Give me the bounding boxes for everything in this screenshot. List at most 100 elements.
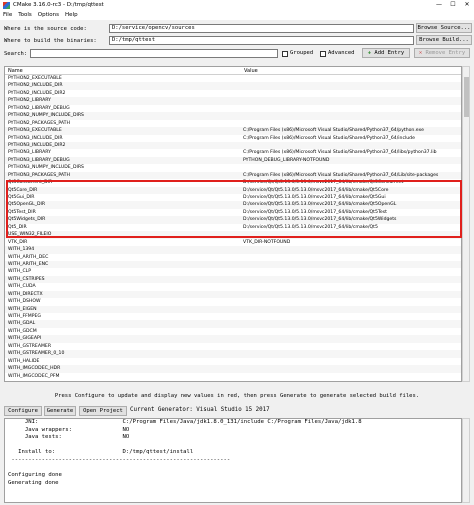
- table-row[interactable]: WITH_FFMPEG: [5, 313, 461, 320]
- table-row[interactable]: WITH_GIGEAPI: [5, 335, 461, 343]
- table-row[interactable]: WITH_GDCM: [5, 328, 461, 335]
- table-row[interactable]: WITH_EIGEN: [5, 305, 461, 313]
- table-row[interactable]: WITH_HALIDE: [5, 358, 461, 365]
- menu-options[interactable]: Options: [35, 12, 62, 18]
- browse-build-button[interactable]: Browse Build...: [416, 35, 472, 45]
- table-row[interactable]: PYTHON3_PACKAGES_PATH C:/Program Files (x…: [5, 171, 461, 180]
- row-value[interactable]: [241, 276, 461, 283]
- add-entry-button[interactable]: + Add Entry: [362, 48, 410, 58]
- table-row[interactable]: PYTHON3_EXECUTABLE C:/Program Files (x86)…: [5, 127, 461, 135]
- row-value[interactable]: [241, 82, 461, 89]
- row-value[interactable]: D:/service/Qt/Qt5.13.0/5.13.0/msvc2017_6…: [241, 179, 461, 186]
- table-row[interactable]: Qt5Test_DIR D:/service/Qt/Qt5.13.0/5.13.0…: [5, 209, 461, 216]
- row-value[interactable]: [241, 358, 461, 365]
- row-value[interactable]: C:/Program Files (x86)/Microsoft Visual …: [241, 172, 461, 179]
- row-value[interactable]: [241, 313, 461, 320]
- row-value[interactable]: PYTHON_DEBUG_LIBRARY-NOTFOUND: [241, 157, 461, 164]
- table-row[interactable]: WITH_IMGCODEC_HDR: [5, 365, 461, 373]
- row-value[interactable]: [241, 261, 461, 268]
- table-row[interactable]: WITH_1394: [5, 246, 461, 254]
- row-value[interactable]: [241, 343, 461, 350]
- table-scrollbar-thumb[interactable]: [464, 77, 469, 117]
- table-row[interactable]: WITH_GDAL: [5, 320, 461, 328]
- row-value[interactable]: [241, 283, 461, 290]
- build-path-input[interactable]: D:/tmp/qttest: [109, 36, 414, 45]
- open-project-button[interactable]: Open Project: [79, 406, 127, 416]
- table-row[interactable]: WITH_CLP: [5, 268, 461, 275]
- row-value[interactable]: [241, 298, 461, 305]
- row-value[interactable]: [241, 246, 461, 253]
- table-row[interactable]: Qt5Widgets_DIR D:/service/Qt/Qt5.13.0/5.1…: [5, 216, 461, 224]
- table-row[interactable]: WITH_CUDA: [5, 283, 461, 290]
- table-row[interactable]: WITH_IMGCODEC_PFM: [5, 373, 461, 380]
- cache-table[interactable]: Name Value PYTHON2_EXECUTABLE PYTHON2_INC…: [4, 66, 462, 382]
- row-value[interactable]: [241, 120, 461, 127]
- row-value[interactable]: C:/Program Files (x86)/Microsoft Visual …: [241, 135, 461, 142]
- row-value[interactable]: [241, 231, 461, 238]
- row-value[interactable]: C:/Program Files (x86)/Microsoft Visual …: [241, 127, 461, 134]
- row-value[interactable]: D:/service/Qt/Qt5.13.0/5.13.0/msvc2017_6…: [241, 209, 461, 216]
- table-row[interactable]: Qt5Gui_DIR D:/service/Qt/Qt5.13.0/5.13.0/…: [5, 194, 461, 201]
- table-row[interactable]: Qt5Core_DIR D:/service/Qt/Qt5.13.0/5.13.0…: [5, 186, 461, 194]
- menu-file[interactable]: File: [0, 12, 15, 18]
- row-value[interactable]: C:/Program Files (x86)/Microsoft Visual …: [241, 149, 461, 156]
- table-row[interactable]: PYTHON2_INCLUDE_DIR2: [5, 90, 461, 97]
- table-row[interactable]: WITH_GSTREAMER_0_10: [5, 350, 461, 358]
- row-value[interactable]: [241, 291, 461, 298]
- row-value[interactable]: [241, 97, 461, 104]
- table-row[interactable]: WITH_DSHOW: [5, 298, 461, 305]
- minimize-button[interactable]: —: [432, 0, 446, 10]
- row-value[interactable]: [241, 268, 461, 275]
- row-value[interactable]: D:/service/Qt/Qt5.13.0/5.13.0/msvc2017_6…: [241, 187, 461, 194]
- log-scrollbar[interactable]: [462, 418, 470, 503]
- configure-button[interactable]: Configure: [4, 406, 42, 416]
- generate-button[interactable]: Generate: [44, 406, 76, 416]
- table-row[interactable]: PYTHON2_PACKAGES_PATH: [5, 120, 461, 127]
- value-column-header[interactable]: Value: [241, 67, 258, 74]
- row-value[interactable]: D:/service/Qt/Qt5.13.0/5.13.0/msvc2017_6…: [241, 216, 461, 223]
- source-path-input[interactable]: D:/service/opencv/sources: [109, 24, 414, 33]
- name-column-header[interactable]: Name: [5, 67, 241, 74]
- row-value[interactable]: [241, 335, 461, 342]
- row-value[interactable]: [241, 350, 461, 357]
- table-row[interactable]: Qt5_DIR D:/service/Qt/Qt5.13.0/5.13.0/msv…: [5, 224, 461, 231]
- menu-tools[interactable]: Tools: [15, 12, 35, 18]
- output-log[interactable]: JNI: C:/Program Files/Java/jdk1.8.0_131/…: [4, 418, 462, 503]
- menu-help[interactable]: Help: [62, 12, 81, 18]
- table-row[interactable]: PYTHON2_NUMPY_INCLUDE_DIRS: [5, 112, 461, 120]
- remove-entry-button[interactable]: ✕ Remove Entry: [414, 48, 470, 58]
- table-row[interactable]: PYTHON3_LIBRARY_DEBUG PYTHON_DEBUG_LIBRAR…: [5, 156, 461, 165]
- row-value[interactable]: D:/service/Qt/Qt5.13.0/5.13.0/msvc2017_6…: [241, 194, 461, 201]
- table-row[interactable]: PYTHON3_INCLUDE_DIR C:/Program Files (x86…: [5, 135, 461, 142]
- row-value[interactable]: [241, 373, 461, 380]
- table-row[interactable]: PYTHON3_NUMPY_INCLUDE_DIRS: [5, 164, 461, 171]
- row-value[interactable]: [241, 112, 461, 119]
- browse-source-button[interactable]: Browse Source...: [416, 23, 472, 33]
- row-value[interactable]: [241, 320, 461, 327]
- table-row[interactable]: PYTHON2_LIBRARY_DEBUG: [5, 105, 461, 112]
- table-row[interactable]: USE_WIN32_FILEIO: [5, 231, 461, 239]
- row-value[interactable]: [241, 254, 461, 261]
- table-row[interactable]: WITH_ARITH_DEC: [5, 254, 461, 261]
- row-value[interactable]: [241, 75, 461, 82]
- table-row[interactable]: WITH_GSTREAMER: [5, 343, 461, 350]
- row-value[interactable]: [241, 105, 461, 112]
- row-value[interactable]: [241, 365, 461, 372]
- table-scrollbar[interactable]: [462, 66, 470, 382]
- row-value[interactable]: D:/service/Qt/Qt5.13.0/5.13.0/msvc2017_6…: [241, 201, 461, 208]
- row-value[interactable]: [241, 306, 461, 313]
- table-row[interactable]: WITH_ARITH_ENC: [5, 260, 461, 269]
- table-row[interactable]: Qt5OpenGL_DIR D:/service/Qt/Qt5.13.0/5.13…: [5, 201, 461, 209]
- row-value[interactable]: [241, 90, 461, 97]
- table-row[interactable]: VTK_DIR VTK_DIR-NOTFOUND: [5, 239, 461, 246]
- table-row[interactable]: PYTHON2_INCLUDE_DIR: [5, 82, 461, 90]
- row-value[interactable]: [241, 142, 461, 149]
- table-row[interactable]: PYTHON2_EXECUTABLE: [5, 75, 461, 82]
- table-row[interactable]: WITH_CSTRIPES: [5, 275, 461, 284]
- table-row[interactable]: PYTHON2_LIBRARY: [5, 97, 461, 105]
- maximize-button[interactable]: ☐: [446, 0, 460, 10]
- close-button[interactable]: ✕: [460, 0, 474, 10]
- table-row[interactable]: WITH_DIRECTX: [5, 290, 461, 299]
- row-value[interactable]: [241, 164, 461, 171]
- table-row[interactable]: PYTHON3_INCLUDE_DIR2: [5, 141, 461, 150]
